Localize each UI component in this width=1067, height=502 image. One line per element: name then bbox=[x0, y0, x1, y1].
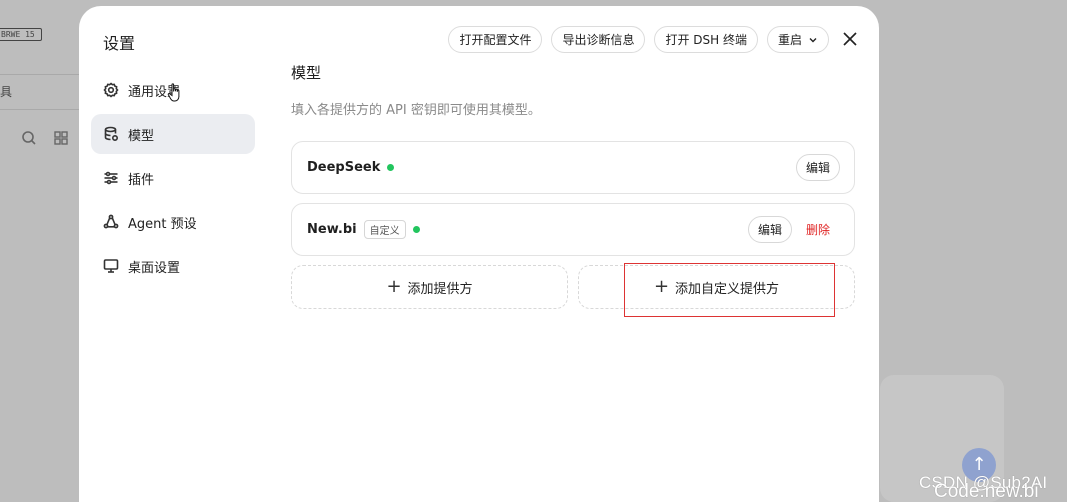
provider-card-deepseek: DeepSeek 编辑 bbox=[291, 141, 855, 194]
settings-modal: 设置 打开配置文件 导出诊断信息 打开 DSH 终端 重启 通用设置 模型 插件… bbox=[79, 6, 879, 502]
edit-button[interactable]: 编辑 bbox=[747, 216, 792, 243]
background-search-icon bbox=[21, 130, 37, 146]
database-icon bbox=[104, 126, 119, 142]
sidebar-item-desktop[interactable]: 桌面设置 bbox=[91, 246, 255, 286]
provider-card-newbi: New.bi 自定义 编辑 删除 bbox=[291, 203, 855, 256]
sidebar-item-plugins[interactable]: 插件 bbox=[91, 158, 255, 198]
status-dot bbox=[387, 164, 395, 171]
gear-icon bbox=[103, 82, 119, 98]
restart-label: 重启 bbox=[777, 33, 802, 47]
delete-button[interactable]: 删除 bbox=[806, 221, 830, 238]
plus-icon: + bbox=[386, 276, 402, 297]
sidebar-item-label: 插件 bbox=[128, 172, 155, 188]
top-actions: 打开配置文件 导出诊断信息 打开 DSH 终端 重启 bbox=[448, 26, 829, 53]
add-provider-row: + 添加提供方 + 添加自定义提供方 bbox=[291, 265, 855, 309]
agent-icon bbox=[103, 214, 119, 229]
chevron-down-icon bbox=[809, 37, 817, 42]
export-diagnostics-button[interactable]: 导出诊断信息 bbox=[551, 26, 646, 53]
sliders-icon bbox=[104, 171, 118, 185]
edit-button[interactable]: 编辑 bbox=[795, 154, 840, 181]
sidebar-item-label: 模型 bbox=[128, 128, 155, 144]
open-terminal-button[interactable]: 打开 DSH 终端 bbox=[654, 26, 758, 53]
restart-dropdown[interactable]: 重启 bbox=[766, 26, 829, 53]
add-provider-button[interactable]: + 添加提供方 bbox=[291, 265, 568, 309]
modal-title: 设置 bbox=[103, 34, 136, 53]
custom-tag: 自定义 bbox=[363, 220, 406, 239]
background-grid-icon bbox=[53, 130, 69, 146]
background-row: 具 bbox=[0, 74, 80, 110]
hand-pointer-icon bbox=[167, 83, 180, 102]
monitor-icon bbox=[103, 259, 119, 273]
add-custom-provider-button[interactable]: + 添加自定义提供方 bbox=[578, 265, 855, 309]
add-custom-provider-label: 添加自定义提供方 bbox=[675, 281, 780, 297]
background-badge: BRWE 15 bbox=[0, 28, 42, 41]
sidebar-item-label: Agent 预设 bbox=[128, 216, 197, 232]
watermark-code: Code.new.bi bbox=[934, 481, 1039, 502]
sidebar-item-label: 桌面设置 bbox=[128, 260, 181, 276]
add-provider-label: 添加提供方 bbox=[407, 281, 473, 297]
close-icon[interactable] bbox=[841, 30, 859, 48]
provider-name: DeepSeek bbox=[307, 160, 381, 175]
provider-name: New.bi bbox=[307, 222, 357, 237]
page-description: 填入各提供方的 API 密钥即可使用其模型。 bbox=[291, 103, 541, 118]
sidebar-item-agent-presets[interactable]: Agent 预设 bbox=[91, 202, 255, 242]
models-panel: 模型 填入各提供方的 API 密钥即可使用其模型。 DeepSeek 编辑 Ne… bbox=[291, 62, 855, 309]
status-dot bbox=[412, 226, 420, 233]
plus-icon: + bbox=[653, 276, 670, 297]
open-config-button[interactable]: 打开配置文件 bbox=[448, 26, 543, 53]
page-title: 模型 bbox=[291, 64, 322, 82]
sidebar-item-models[interactable]: 模型 bbox=[91, 114, 255, 154]
